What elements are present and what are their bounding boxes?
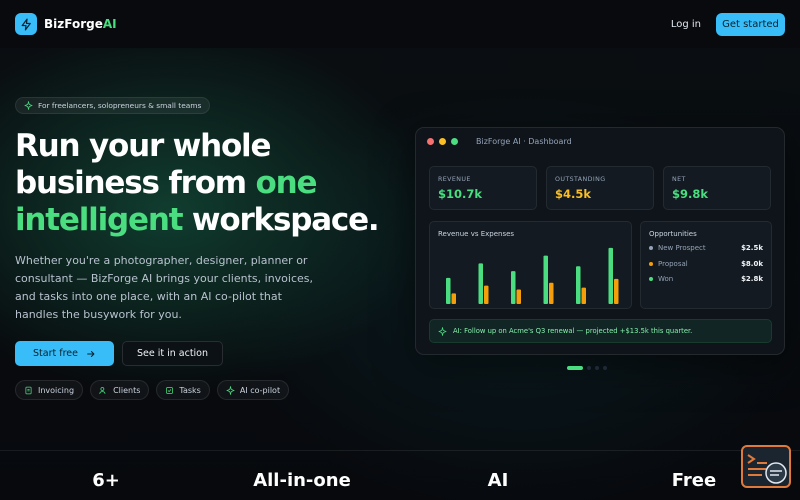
hero-description: Whether you're a photographer, designer,… xyxy=(15,254,313,321)
chip-invoicing[interactable]: Invoicing xyxy=(15,380,84,400)
chip-clients[interactable]: Clients xyxy=(90,380,150,400)
revenue-bar xyxy=(608,247,613,304)
section-divider xyxy=(0,450,800,451)
hero-section: For freelancers, solopreneurs & small te… xyxy=(0,0,800,500)
window-dot-yellow xyxy=(439,137,446,145)
opportunity-name: New Prospect xyxy=(658,244,706,252)
carousel-dot-active[interactable] xyxy=(567,366,583,370)
carousel-dot[interactable] xyxy=(595,366,599,370)
brand-main: BizForge xyxy=(44,17,103,31)
site-header: BizForgeAI Log in Get started xyxy=(0,0,800,48)
revenue-expenses-panel: Revenue vs Expenses xyxy=(429,221,632,309)
see-in-action-button[interactable]: See it in action xyxy=(122,341,223,366)
carousel-dot[interactable] xyxy=(587,366,591,370)
stat-value: $10.7k xyxy=(438,187,483,201)
expense-bar xyxy=(484,285,489,304)
login-link[interactable]: Log in xyxy=(671,19,701,30)
opportunity-row[interactable]: Won $2.8k xyxy=(649,273,763,285)
sparkle-icon xyxy=(24,101,33,110)
users-icon xyxy=(99,386,106,394)
status-dot xyxy=(649,246,653,250)
expense-bar xyxy=(581,287,586,304)
revenue-bar xyxy=(478,263,483,304)
stat-ai: AI xyxy=(487,470,509,491)
audience-pill: For freelancers, solopreneurs & small te… xyxy=(15,97,211,114)
opportunity-name: Proposal xyxy=(658,260,688,268)
opportunity-row[interactable]: Proposal $8.0k xyxy=(649,258,763,270)
stat-label: REVENUE xyxy=(438,176,471,183)
stat-all-in-one: All-in-one xyxy=(253,470,351,491)
status-dot xyxy=(649,277,653,281)
arrow-right-icon xyxy=(87,350,95,357)
revenue-expenses-chart xyxy=(446,247,619,304)
dashboard-titlebar: BizForge AI · Dashboard xyxy=(416,128,784,154)
revenue-bar xyxy=(446,277,451,304)
carousel-dot[interactable] xyxy=(603,366,607,370)
ai-suggestion-bar[interactable]: AI: Follow up on Acme's Q3 renewal — pro… xyxy=(429,319,772,343)
expense-bar xyxy=(451,293,456,304)
feature-chips: Invoicing Clients Tasks AI co-pilot xyxy=(15,380,290,400)
stat-integrations: 6+ xyxy=(92,470,120,491)
opportunities-title: Opportunities xyxy=(649,230,697,238)
headline-part1: Run your whole business from xyxy=(15,128,272,201)
hero-headline: Run your whole business from one intelli… xyxy=(15,128,415,239)
brand-name[interactable]: BizForgeAI xyxy=(44,17,117,31)
opportunity-row[interactable]: New Prospect $2.5k xyxy=(649,242,763,254)
chip-label: Clients xyxy=(113,385,141,395)
dashboard-preview: BizForge AI · Dashboard REVENUE $10.7k O… xyxy=(415,127,785,355)
revenue-bar xyxy=(543,255,548,304)
headline-part2: workspace. xyxy=(182,202,380,238)
chip-tasks[interactable]: Tasks xyxy=(156,380,210,400)
window-dot-red xyxy=(427,137,434,145)
expense-bar xyxy=(614,278,619,304)
revenue-bar xyxy=(511,271,516,304)
stat-value: $4.5k xyxy=(555,187,592,201)
expense-bar xyxy=(516,289,521,304)
chip-label: Tasks xyxy=(179,385,201,395)
stat-value: $9.8k xyxy=(672,187,709,201)
sparkle-icon xyxy=(226,385,235,395)
carousel-indicators xyxy=(567,366,607,370)
revenue-bar xyxy=(576,266,581,304)
chip-ai-copilot[interactable]: AI co-pilot xyxy=(216,380,290,400)
opportunity-value: $2.8k xyxy=(741,275,763,283)
stat-label: OUTSTANDING xyxy=(555,176,606,183)
status-dot xyxy=(649,262,653,266)
brand-accent: AI xyxy=(102,17,117,31)
invoice-icon xyxy=(25,386,32,394)
opportunity-name: Won xyxy=(658,275,674,283)
tasks-icon xyxy=(166,386,174,394)
ai-message: AI: Follow up on Acme's Q3 renewal — pro… xyxy=(453,327,693,335)
chip-label: AI co-pilot xyxy=(239,385,281,395)
chip-label: Invoicing xyxy=(38,385,75,395)
stat-card-revenue: REVENUE $10.7k xyxy=(429,166,537,210)
dashboard-title: BizForge AI · Dashboard xyxy=(476,136,572,146)
opportunity-value: $8.0k xyxy=(741,260,763,268)
pill-text: For freelancers, solopreneurs & small te… xyxy=(38,101,202,110)
get-started-button[interactable]: Get started xyxy=(716,12,785,36)
sparkle-icon xyxy=(438,326,447,336)
opportunity-value: $2.5k xyxy=(741,244,763,252)
opportunities-panel: Opportunities New Prospect $2.5k Proposa… xyxy=(640,221,772,309)
stat-card-net: NET $9.8k xyxy=(663,166,771,210)
expense-bar xyxy=(549,282,554,304)
stat-card-outstanding: OUTSTANDING $4.5k xyxy=(546,166,654,210)
bolt-icon[interactable] xyxy=(15,13,37,35)
start-free-button[interactable]: Start free xyxy=(15,341,114,366)
start-free-label: Start free xyxy=(33,348,78,359)
window-dot-green xyxy=(451,137,458,145)
terminal-chat-icon[interactable] xyxy=(741,445,791,488)
stat-label: NET xyxy=(672,176,686,183)
